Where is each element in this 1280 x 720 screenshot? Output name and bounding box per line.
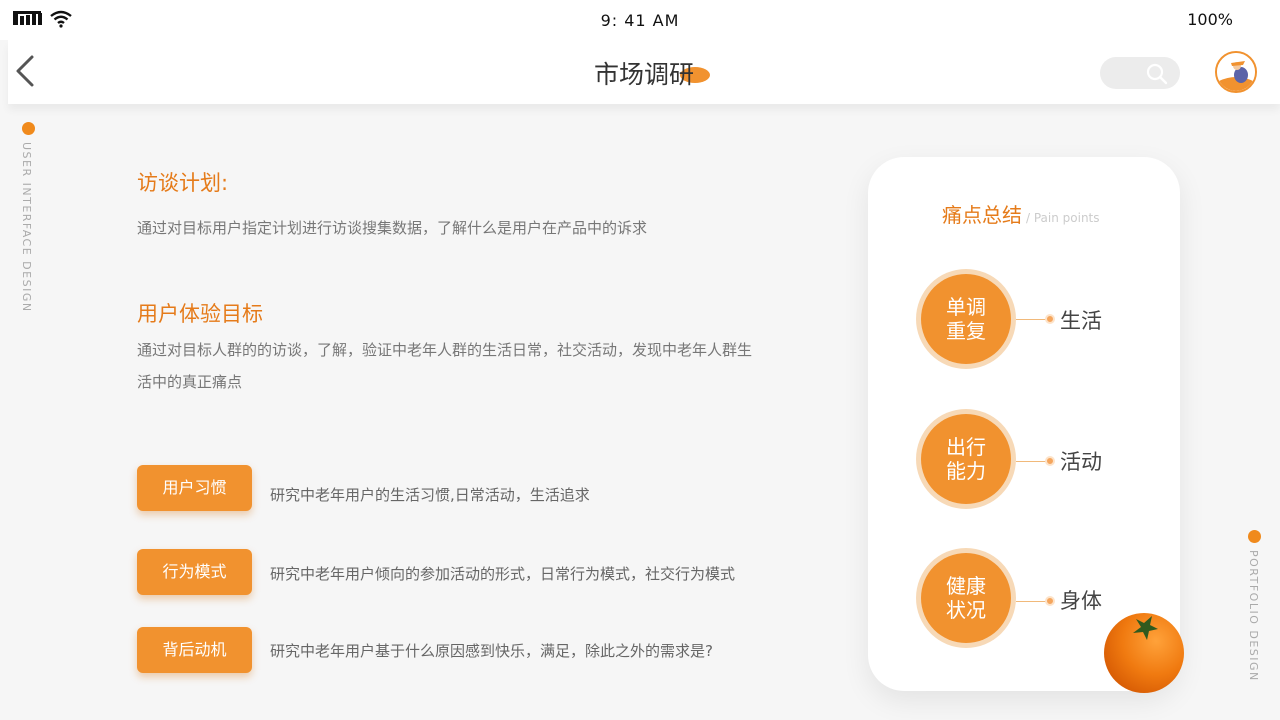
tag-user-habits[interactable]: 用户习惯: [137, 465, 252, 511]
search-icon: [1146, 63, 1168, 85]
tag-behavior-patterns[interactable]: 行为模式: [137, 549, 252, 595]
pain-point-ring: 单调重复: [916, 269, 1016, 369]
right-accent-dot: [1248, 530, 1261, 543]
pain-points-title-row: 痛点总结 / Pain points: [942, 199, 1100, 228]
tag-motivation[interactable]: 背后动机: [137, 627, 252, 673]
tag-behavior-patterns-desc: 研究中老年用户倾向的参加活动的形式，日常行为模式，社交行为模式: [270, 565, 736, 583]
interview-plan-text: 通过对目标用户指定计划进行访谈搜集数据，了解什么是用户在产品中的诉求: [137, 219, 648, 237]
right-side-label: PORTFOLIO DESIGN: [1247, 550, 1260, 682]
pain-point-ring: 出行能力: [916, 409, 1016, 509]
interview-plan-title: 访谈计划:: [137, 171, 229, 195]
pain-point-circle[interactable]: 健康状况: [921, 553, 1011, 643]
pain-point-label: 生活: [1060, 309, 1102, 333]
avatar[interactable]: [1215, 51, 1257, 93]
tag-motivation-desc: 研究中老年用户基于什么原因感到快乐，满足，除此之外的需求是?: [270, 642, 713, 660]
pain-point-label: 活动: [1060, 450, 1102, 474]
orange-illustration: [1104, 613, 1184, 693]
search-input[interactable]: [1100, 57, 1180, 89]
pain-point-circle[interactable]: 单调重复: [921, 274, 1011, 364]
connector-dot: [1045, 456, 1055, 466]
connector-line: [1016, 461, 1046, 462]
connector-line: [1016, 319, 1046, 320]
battery-level: 100%: [1187, 10, 1233, 29]
page-title-wrap: 市场调研: [8, 55, 1280, 91]
pain-point-ring: 健康状况: [916, 548, 1016, 648]
left-side-label: USER INTERFACE DESIGN: [20, 142, 33, 313]
avatar-illustration: [1217, 53, 1255, 91]
tag-user-habits-desc: 研究中老年用户的生活习惯,日常活动，生活追求: [270, 486, 590, 504]
status-time: 9: 41 AM: [600, 11, 680, 30]
left-accent-dot: [22, 122, 35, 135]
pain-point-circle[interactable]: 出行能力: [921, 414, 1011, 504]
nav-bar: 市场调研: [8, 40, 1280, 104]
ux-goals-title: 用户体验目标: [137, 302, 263, 326]
connector-line: [1016, 601, 1046, 602]
pain-points-subtitle: / Pain points: [1026, 211, 1100, 225]
connector-dot: [1045, 596, 1055, 606]
pain-point-label: 身体: [1060, 589, 1102, 613]
connector-dot: [1045, 314, 1055, 324]
status-bar: 9: 41 AM 100%: [0, 0, 1280, 40]
pain-points-title: 痛点总结: [942, 203, 1022, 227]
page-title: 市场调研: [593, 60, 694, 89]
ux-goals-text: 通过对目标人群的的访谈，了解，验证中老年人群的生活日常，社交活动，发现中老年人群…: [137, 341, 753, 391]
